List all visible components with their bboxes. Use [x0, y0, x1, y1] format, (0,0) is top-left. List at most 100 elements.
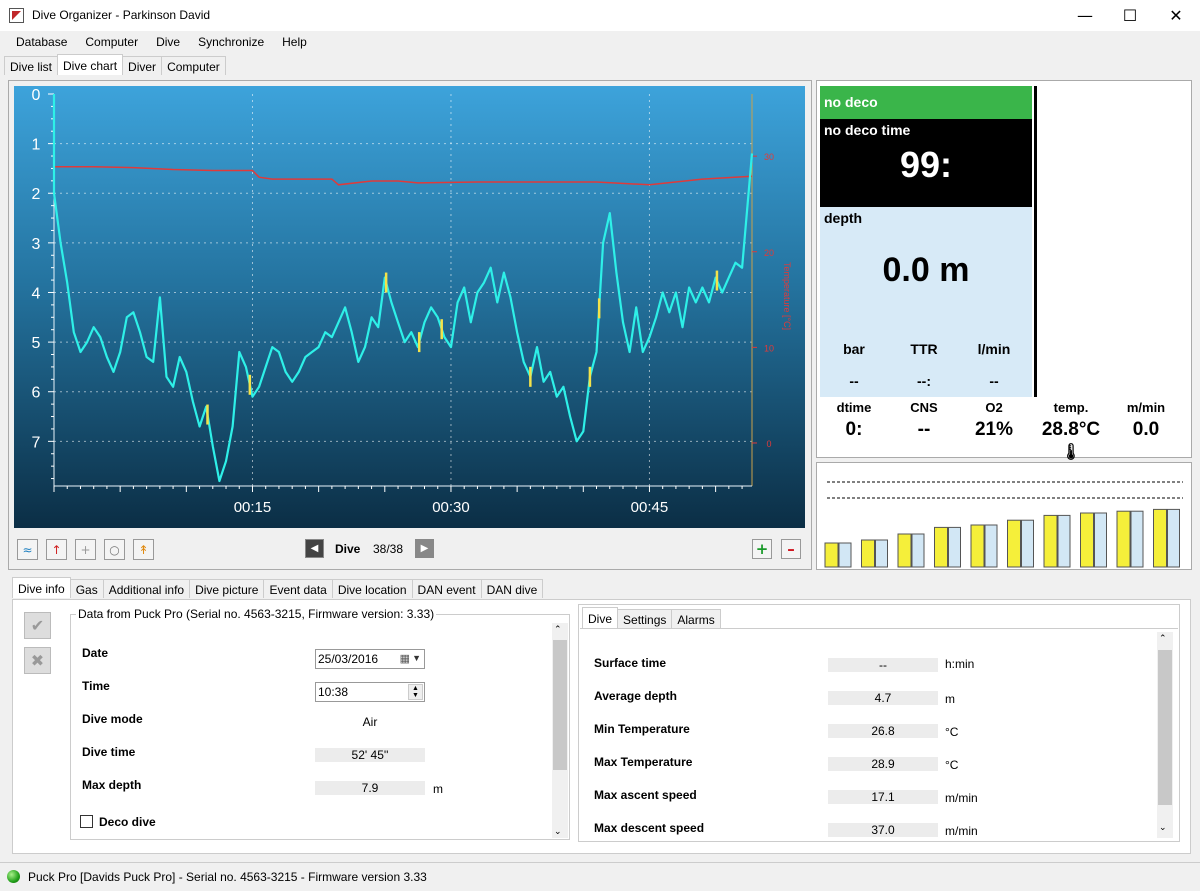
scroll-down-icon[interactable]: ⌄: [554, 826, 562, 837]
time-input[interactable]: 10:38 ▲ ▼: [315, 682, 425, 702]
menu-synchronize[interactable]: Synchronize: [189, 31, 273, 53]
cancel-icon[interactable]: ✖: [24, 647, 51, 674]
tab-dive-chart[interactable]: Dive chart: [57, 54, 124, 75]
tab-dan-event[interactable]: DAN event: [411, 579, 482, 598]
dive-chart[interactable]: 0 1 2 3 4 5 6 7 30 20 10 0 00:15 00:30 00:45 Tempera…: [14, 86, 805, 528]
temperature-tick-label: 30: [764, 152, 774, 162]
tissue-reference-bar: [1130, 510, 1144, 568]
depth-tick-label: 4: [32, 285, 41, 302]
max-depth-label: Max depth: [82, 778, 142, 792]
window-title: Dive Organizer - Parkinson David: [32, 8, 211, 22]
menu-database[interactable]: Database: [0, 31, 76, 53]
dive-data-group-title: Data from Puck Pro (Serial no. 4563-3215…: [76, 607, 437, 621]
tissue-saturation-bar: [1007, 519, 1021, 568]
computer-stats-row: dtime 0: CNS -- O2 21% temp. 28.8°C 🌡 m/…: [816, 400, 1192, 461]
next-dive-button[interactable]: ▶: [415, 539, 434, 558]
tissue-bars: [824, 481, 1183, 568]
profile-view-icon[interactable]: ≈: [17, 539, 38, 560]
tab-computer[interactable]: Computer: [161, 56, 226, 75]
time-spinner[interactable]: ▲ ▼: [408, 684, 423, 700]
bar-value: --: [849, 373, 859, 389]
depth-tick-label: 7: [32, 434, 41, 451]
tissue-saturation-bar: [897, 533, 912, 568]
add-gas-icon[interactable]: +: [75, 539, 96, 560]
ttr-label: TTR: [910, 341, 938, 357]
scroll-down-icon[interactable]: ⌄: [1159, 822, 1167, 833]
stat-cns: CNS --: [910, 400, 938, 440]
depth-label: depth: [824, 210, 863, 226]
min-temperature-value: 26.8: [828, 724, 938, 738]
zoom-in-button[interactable]: +: [752, 539, 772, 559]
tab-settings[interactable]: Settings: [617, 609, 673, 628]
ttr-value: --:: [917, 373, 931, 389]
close-button[interactable]: ✕: [1153, 0, 1199, 31]
status-text: Puck Pro [Davids Puck Pro] - Serial no. …: [28, 870, 427, 884]
no-deco-time-box: no deco time 99:: [820, 119, 1032, 207]
tab-gas[interactable]: Gas: [69, 579, 104, 598]
maximize-button[interactable]: ☐: [1107, 0, 1153, 31]
menu-help[interactable]: Help: [273, 31, 316, 53]
max-descent-speed-unit: m/min: [945, 824, 978, 838]
calendar-icon[interactable]: ▦: [400, 652, 410, 665]
stat-temperature: temp. 28.8°C 🌡: [1041, 400, 1101, 461]
diver-icon[interactable]: ○: [104, 539, 125, 560]
tab-dive-location[interactable]: Dive location: [331, 579, 413, 598]
deco-dive-label: Deco dive: [99, 815, 156, 829]
date-value: 25/03/2016: [318, 652, 379, 666]
tab-diver[interactable]: Diver: [122, 56, 163, 75]
tab-additional-info[interactable]: Additional info: [102, 579, 191, 598]
bar-label: bar: [843, 341, 865, 357]
tissue-reference-bar: [1057, 514, 1071, 568]
tab-alarms[interactable]: Alarms: [671, 609, 721, 628]
depth-value: 0.0 m: [882, 251, 970, 289]
time-label: Time: [82, 679, 110, 693]
dive-counter: 38/38: [373, 542, 404, 556]
dive-stats-scroll-thumb[interactable]: [1158, 650, 1172, 805]
temperature-tick-label: 0: [766, 439, 771, 449]
date-picker[interactable]: 25/03/2016 ▦ ▼: [315, 649, 425, 669]
previous-dive-button[interactable]: ◀: [305, 539, 324, 558]
time-tick-label: 00:45: [631, 499, 669, 516]
tab-event-data[interactable]: Event data: [263, 579, 333, 598]
tab-dive-picture[interactable]: Dive picture: [189, 579, 265, 598]
temperature-tick-label: 10: [764, 343, 774, 353]
menu-computer[interactable]: Computer: [76, 31, 147, 53]
tissue-saturation-bar: [824, 542, 839, 568]
thermometer-icon[interactable]: ↑: [46, 539, 67, 560]
max-temperature-value: 28.9: [828, 757, 938, 771]
tab-dive-list[interactable]: Dive list: [4, 56, 59, 75]
depth-tick-label: 5: [32, 335, 41, 352]
depth-tick-label: 0: [32, 87, 41, 104]
minimize-button[interactable]: —: [1062, 0, 1108, 31]
deco-dive-checkbox[interactable]: [80, 815, 93, 828]
tissue-reference-bar: [1021, 519, 1034, 568]
max-depth-unit: m: [433, 782, 443, 796]
depth-tick-label: 6: [32, 385, 41, 402]
deco-status: no deco: [820, 86, 1032, 119]
tissue-saturation-panel: [816, 462, 1192, 570]
max-descent-speed-label: Max descent speed: [594, 821, 705, 835]
min-temperature-unit: °C: [945, 725, 959, 739]
confirm-icon[interactable]: ✔: [24, 612, 51, 639]
dive-mode-label: Dive mode: [82, 712, 143, 726]
tissue-reference-bar: [1094, 512, 1107, 568]
add-event-icon[interactable]: ↟: [133, 539, 154, 560]
time-value: 10:38: [318, 685, 349, 699]
max-depth-value: 7.9: [315, 781, 425, 795]
dive-info-scroll-thumb[interactable]: [553, 640, 567, 770]
no-deco-time-value: 99:: [899, 144, 953, 185]
surface-time-label: Surface time: [594, 656, 667, 670]
tab-dive[interactable]: Dive: [582, 607, 619, 628]
stat-dtime: dtime 0:: [836, 400, 872, 440]
surface-time-unit: h:min: [945, 657, 975, 671]
chevron-down-icon[interactable]: ▼: [412, 653, 421, 663]
scroll-up-icon[interactable]: ⌃: [1159, 633, 1167, 644]
max-ascent-speed-value: 17.1: [828, 790, 938, 804]
tab-dan-dive[interactable]: DAN dive: [480, 579, 544, 598]
tissue-reference-bar: [948, 526, 961, 568]
zoom-out-button[interactable]: –: [781, 539, 801, 559]
scroll-up-icon[interactable]: ⌃: [554, 624, 562, 635]
tissue-saturation-bar: [1080, 512, 1094, 568]
tab-dive-info[interactable]: Dive info: [12, 577, 71, 598]
menu-dive[interactable]: Dive: [147, 31, 189, 53]
